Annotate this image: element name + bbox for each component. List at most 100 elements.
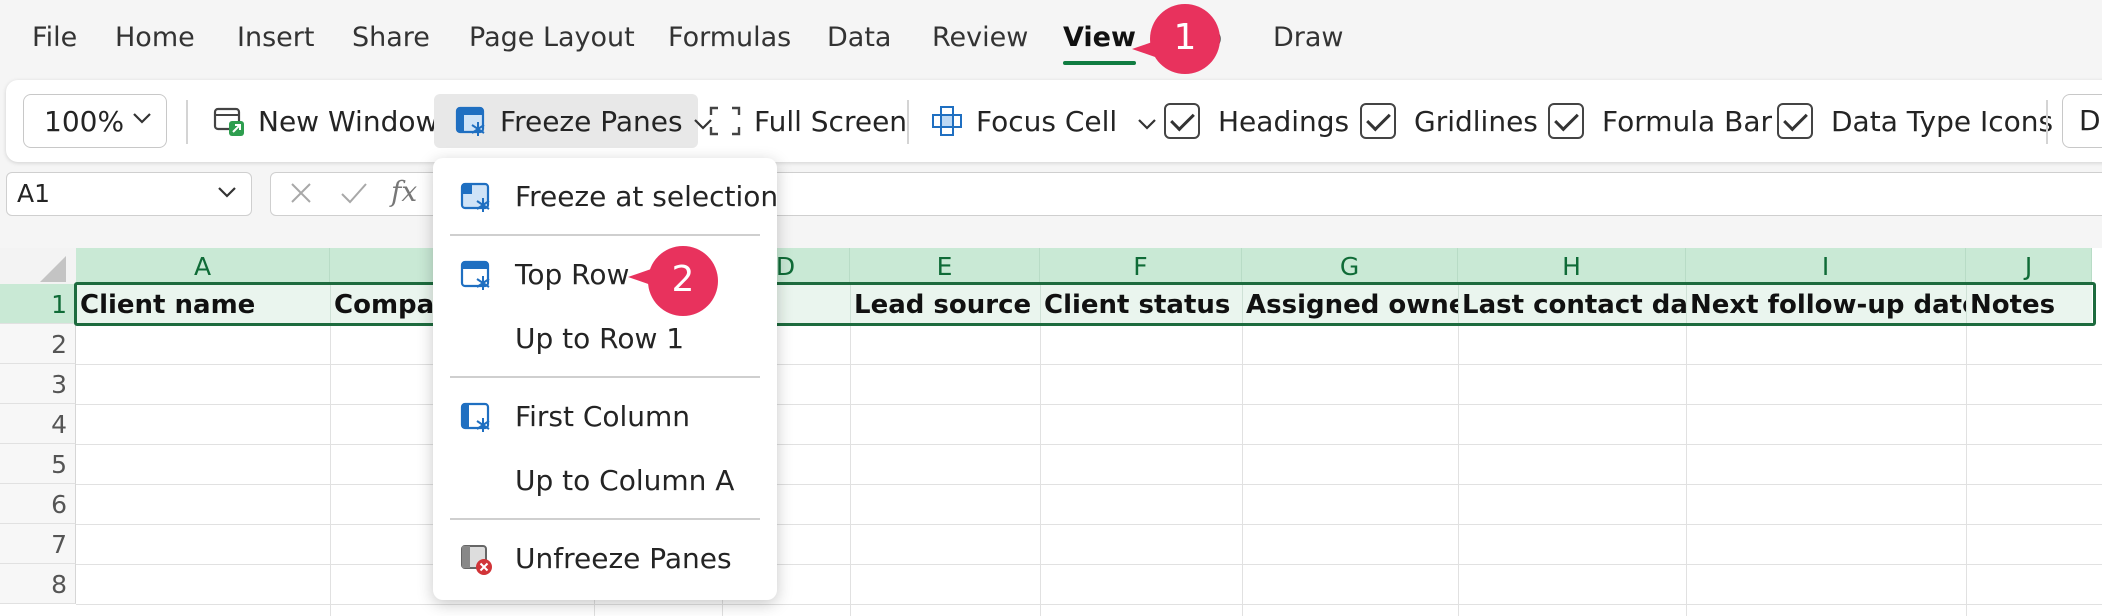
callout-badge-1: 1: [1150, 4, 1220, 74]
gridline: [76, 604, 2102, 605]
checkbox-checked-icon[interactable]: [1360, 103, 1396, 139]
row-header-5[interactable]: 5: [0, 444, 76, 484]
unfreeze-icon: [459, 542, 493, 576]
column-header-e[interactable]: E: [850, 248, 1040, 284]
headings-checkbox[interactable]: Headings: [1164, 94, 1349, 148]
row-header-3[interactable]: 3: [0, 364, 76, 404]
spreadsheet-grid: A B C D E F G H I J 1 2 3 4 5 6 7 8 Clie…: [0, 248, 2102, 616]
ribbon-divider: [907, 100, 909, 144]
menu-item-freeze-at-selection[interactable]: Freeze at selection: [433, 172, 779, 222]
focus-cell-button[interactable]: Focus Cell: [930, 94, 1157, 148]
gridline: [1966, 324, 1967, 616]
tab-file[interactable]: File: [32, 22, 77, 53]
menu-item-first-column[interactable]: First Column: [433, 392, 777, 442]
menu-item-unfreeze-panes[interactable]: Unfreeze Panes: [433, 534, 777, 584]
tab-formulas[interactable]: Formulas: [668, 22, 791, 53]
gridline: [1686, 324, 1687, 616]
first-column-label: First Column: [515, 400, 691, 433]
chevron-down-icon[interactable]: [1137, 105, 1157, 138]
new-window-button[interactable]: New Window: [212, 94, 438, 148]
tab-insert[interactable]: Insert: [237, 22, 314, 53]
gridline: [1040, 324, 1041, 616]
tab-data[interactable]: Data: [827, 22, 891, 53]
tab-view[interactable]: View: [1063, 22, 1136, 65]
name-box-value: A1: [17, 179, 51, 208]
row-header-7[interactable]: 7: [0, 524, 76, 564]
up-to-column-label: Up to Column A: [515, 464, 735, 497]
gridline: [76, 564, 2102, 565]
unfreeze-panes-label: Unfreeze Panes: [515, 542, 732, 575]
gridline: [1242, 324, 1243, 616]
formula-bar-checkbox[interactable]: Formula Bar: [1548, 94, 1772, 148]
gridlines-label: Gridlines: [1414, 104, 1538, 138]
gridline: [76, 404, 2102, 405]
select-all-icon: [40, 256, 66, 282]
chevron-down-icon[interactable]: [217, 185, 237, 199]
freeze-panes-button[interactable]: Freeze Panes: [434, 94, 712, 148]
column-header-a[interactable]: A: [76, 248, 330, 284]
checkbox-checked-icon[interactable]: [1164, 103, 1200, 139]
freeze-at-selection-label: Freeze at selection: [515, 180, 779, 213]
truncated-ribbon-button[interactable]: De: [2062, 94, 2102, 148]
formula-bar-label: Formula Bar: [1602, 104, 1772, 138]
select-all-corner[interactable]: [0, 248, 76, 284]
freeze-panes-menu: Freeze at selection Top Row Up to Row 1 …: [433, 158, 779, 600]
focus-cell-label: Focus Cell: [976, 104, 1118, 138]
menu-item-up-to-column[interactable]: Up to Column A: [433, 456, 777, 506]
full-screen-label: Full Screen: [754, 104, 908, 138]
gridline: [76, 524, 2102, 525]
new-window-label: New Window: [258, 104, 439, 138]
menu-divider: [450, 234, 760, 236]
gridline: [330, 324, 331, 616]
gridline: [76, 444, 2102, 445]
column-header-h[interactable]: H: [1458, 248, 1686, 284]
row-header-4[interactable]: 4: [0, 404, 76, 444]
headings-label: Headings: [1218, 104, 1350, 138]
ribbon-divider: [186, 100, 188, 144]
column-header-f[interactable]: F: [1040, 248, 1242, 284]
column-header-i[interactable]: I: [1686, 248, 1966, 284]
row-header-1[interactable]: 1: [0, 284, 76, 324]
data-type-icons-label: Data Type Icons: [1831, 104, 2054, 138]
checkbox-checked-icon[interactable]: [1548, 103, 1584, 139]
row-header-6[interactable]: 6: [0, 484, 76, 524]
data-type-icons-checkbox[interactable]: Data Type Icons: [1777, 94, 2053, 148]
tab-draw[interactable]: Draw: [1273, 22, 1344, 53]
row-header-8[interactable]: 8: [0, 564, 76, 604]
freeze-panes-label: Freeze Panes: [500, 104, 683, 138]
menu-divider: [450, 518, 760, 520]
menu-item-up-to-row[interactable]: Up to Row 1: [433, 314, 777, 364]
column-header-j[interactable]: J: [1966, 248, 2092, 284]
zoom-dropdown[interactable]: 100%: [23, 94, 167, 148]
freeze-panes-icon: [454, 104, 488, 138]
full-screen-button[interactable]: Full Screen: [708, 94, 907, 148]
menu-item-top-row[interactable]: Top Row: [433, 250, 777, 300]
tab-home[interactable]: Home: [115, 22, 195, 53]
tab-review[interactable]: Review: [932, 22, 1028, 53]
full-screen-icon: [708, 104, 742, 138]
gridline: [76, 484, 2102, 485]
chevron-down-icon: [132, 111, 152, 125]
column-header-g[interactable]: G: [1242, 248, 1458, 284]
insert-function-icon[interactable]: fx: [391, 175, 417, 208]
ribbon: 100% New Window Freeze Panes Full Screen…: [6, 80, 2102, 162]
menu-divider: [450, 376, 760, 378]
row-header-2[interactable]: 2: [0, 324, 76, 364]
checkbox-checked-icon[interactable]: [1777, 103, 1813, 139]
cancel-icon[interactable]: [287, 179, 315, 214]
enter-check-icon[interactable]: [339, 179, 369, 214]
freeze-selection-icon: [459, 180, 493, 214]
name-box[interactable]: A1: [6, 172, 252, 216]
top-row-label: Top Row: [515, 258, 630, 291]
zoom-value: 100%: [44, 104, 125, 138]
gridline: [76, 364, 2102, 365]
freeze-top-row-icon: [459, 258, 493, 292]
gridline: [1458, 324, 1459, 616]
tab-share[interactable]: Share: [352, 22, 430, 53]
callout-badge-2: 2: [648, 246, 718, 316]
gridlines-checkbox[interactable]: Gridlines: [1360, 94, 1538, 148]
gridline: [850, 324, 851, 616]
selection-border: [74, 282, 2096, 326]
new-window-icon: [212, 104, 246, 138]
tab-page-layout[interactable]: Page Layout: [469, 22, 635, 53]
